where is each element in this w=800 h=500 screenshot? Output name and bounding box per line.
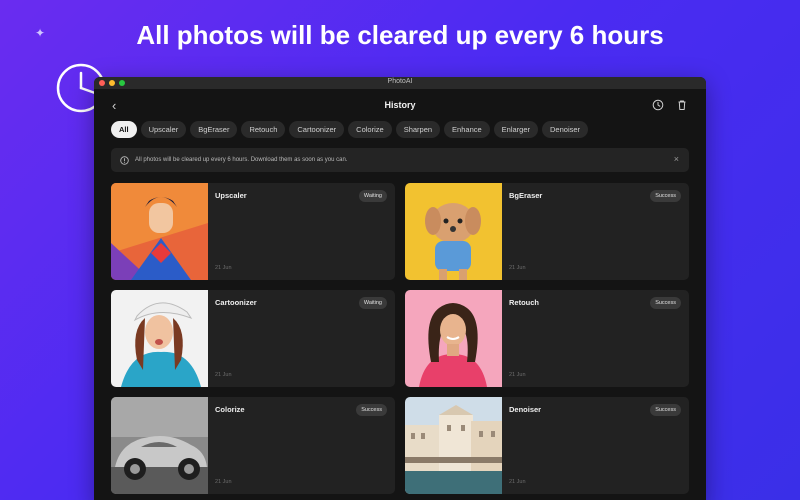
chip-sharpen[interactable]: Sharpen	[395, 121, 441, 138]
card-date: 21 Jun	[509, 265, 526, 271]
bgeraser-thumbnail	[405, 183, 502, 280]
page-title: History	[384, 100, 416, 110]
card-date: 21 Jun	[215, 479, 232, 485]
info-icon	[120, 155, 129, 165]
chip-bgeraser[interactable]: BgEraser	[190, 121, 238, 138]
history-card-upscaler[interactable]: Upscaler Waiting 21 Jun	[111, 183, 395, 280]
card-title: Cartoonizer	[215, 298, 257, 307]
chip-denoiser[interactable]: Denoiser	[542, 121, 589, 138]
card-title: Colorize	[215, 405, 245, 414]
trash-icon[interactable]	[676, 99, 688, 111]
status-badge: Success	[356, 404, 387, 416]
card-title: Denoiser	[509, 405, 542, 414]
denoiser-thumbnail	[405, 397, 502, 494]
chip-enlarger[interactable]: Enlarger	[493, 121, 539, 138]
chevron-left-icon[interactable]: ‹	[112, 98, 116, 113]
card-title: BgEraser	[509, 191, 543, 200]
status-badge: Waiting	[358, 190, 387, 202]
status-badge: Success	[650, 404, 681, 416]
notice-text: All photos will be cleared up every 6 ho…	[135, 157, 348, 163]
close-icon[interactable]: ×	[674, 154, 679, 164]
card-date: 21 Jun	[215, 265, 232, 271]
chip-retouch[interactable]: Retouch	[241, 121, 286, 138]
card-title: Retouch	[509, 298, 539, 307]
app-title: PhotoAI	[387, 78, 413, 85]
history-card-bgeraser[interactable]: BgEraser Success 21 Jun	[405, 183, 689, 280]
status-badge: Success	[650, 297, 681, 309]
cartoonizer-thumbnail	[111, 290, 208, 387]
status-badge: Waiting	[358, 297, 387, 309]
chip-all[interactable]: All	[111, 121, 137, 138]
chip-enhance[interactable]: Enhance	[444, 121, 490, 138]
card-date: 21 Jun	[509, 479, 526, 485]
notice-banner: All photos will be cleared up every 6 ho…	[111, 148, 689, 172]
history-icon[interactable]	[652, 99, 664, 111]
upscaler-thumbnail	[111, 183, 208, 280]
chip-colorize[interactable]: Colorize	[348, 121, 392, 138]
page-header: ‹ History	[94, 89, 706, 121]
history-card-cartoonizer[interactable]: Cartoonizer Waiting 21 Jun	[111, 290, 395, 387]
card-date: 21 Jun	[509, 372, 526, 378]
banner-headline: All photos will be cleared up every 6 ho…	[136, 20, 664, 50]
retouch-thumbnail	[405, 290, 502, 387]
history-card-denoiser[interactable]: Denoiser Success 21 Jun	[405, 397, 689, 494]
chip-cartoonizer[interactable]: Cartoonizer	[289, 121, 345, 138]
history-card-retouch[interactable]: Retouch Success 21 Jun	[405, 290, 689, 387]
title-bar: PhotoAI	[94, 77, 706, 89]
history-card-colorize[interactable]: Colorize Success 21 Jun	[111, 397, 395, 494]
app-window: PhotoAI ‹ History All Upscaler BgEraser …	[94, 77, 706, 500]
card-date: 21 Jun	[215, 372, 232, 378]
chip-upscaler[interactable]: Upscaler	[140, 121, 187, 138]
colorize-thumbnail	[111, 397, 208, 494]
card-title: Upscaler	[215, 191, 247, 200]
history-grid: Upscaler Waiting 21 Jun BgEraser Success…	[94, 172, 706, 494]
filter-chips: All Upscaler BgEraser Retouch Cartoonize…	[94, 121, 706, 138]
status-badge: Success	[650, 190, 681, 202]
